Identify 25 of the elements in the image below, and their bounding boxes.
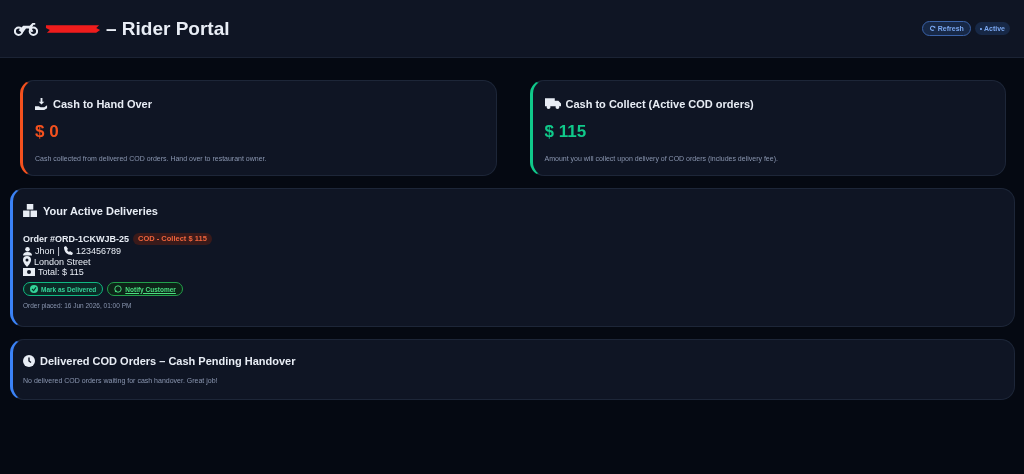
- amount-value: $ 0: [35, 122, 60, 142]
- banknote-icon: [23, 268, 35, 276]
- separator: |: [57, 246, 60, 256]
- check-circle-icon: [30, 285, 38, 293]
- chat-bubble-icon: [114, 285, 123, 293]
- address: London Street: [34, 256, 91, 267]
- phone-icon: [62, 246, 73, 256]
- card-title: Cash to Hand Over: [53, 97, 153, 110]
- truck-icon: [544, 97, 561, 110]
- user-icon: [23, 246, 32, 256]
- section-title: Delivered COD Orders – Cash Pending Handover: [40, 355, 296, 367]
- refresh-icon: [928, 25, 936, 32]
- order-total: Total: $ 115: [38, 267, 84, 277]
- hand-coin-icon: [35, 97, 48, 110]
- amount-value: $ 115: [544, 122, 588, 142]
- order-id: Order #ORD-1CKWJB-25: [23, 234, 130, 244]
- section-title: Your Active Deliveries: [43, 204, 158, 217]
- clock-icon: [23, 355, 35, 367]
- boxes-icon: [23, 204, 38, 217]
- page-title: – Rider Portal: [106, 17, 230, 40]
- card-title: Cash to Collect (Active COD orders): [565, 97, 754, 110]
- map-pin-icon: [23, 256, 31, 267]
- customer-name: Jhon: [35, 246, 55, 256]
- motorcycle-icon: [14, 21, 38, 36]
- phone-number: 123456789: [75, 246, 121, 256]
